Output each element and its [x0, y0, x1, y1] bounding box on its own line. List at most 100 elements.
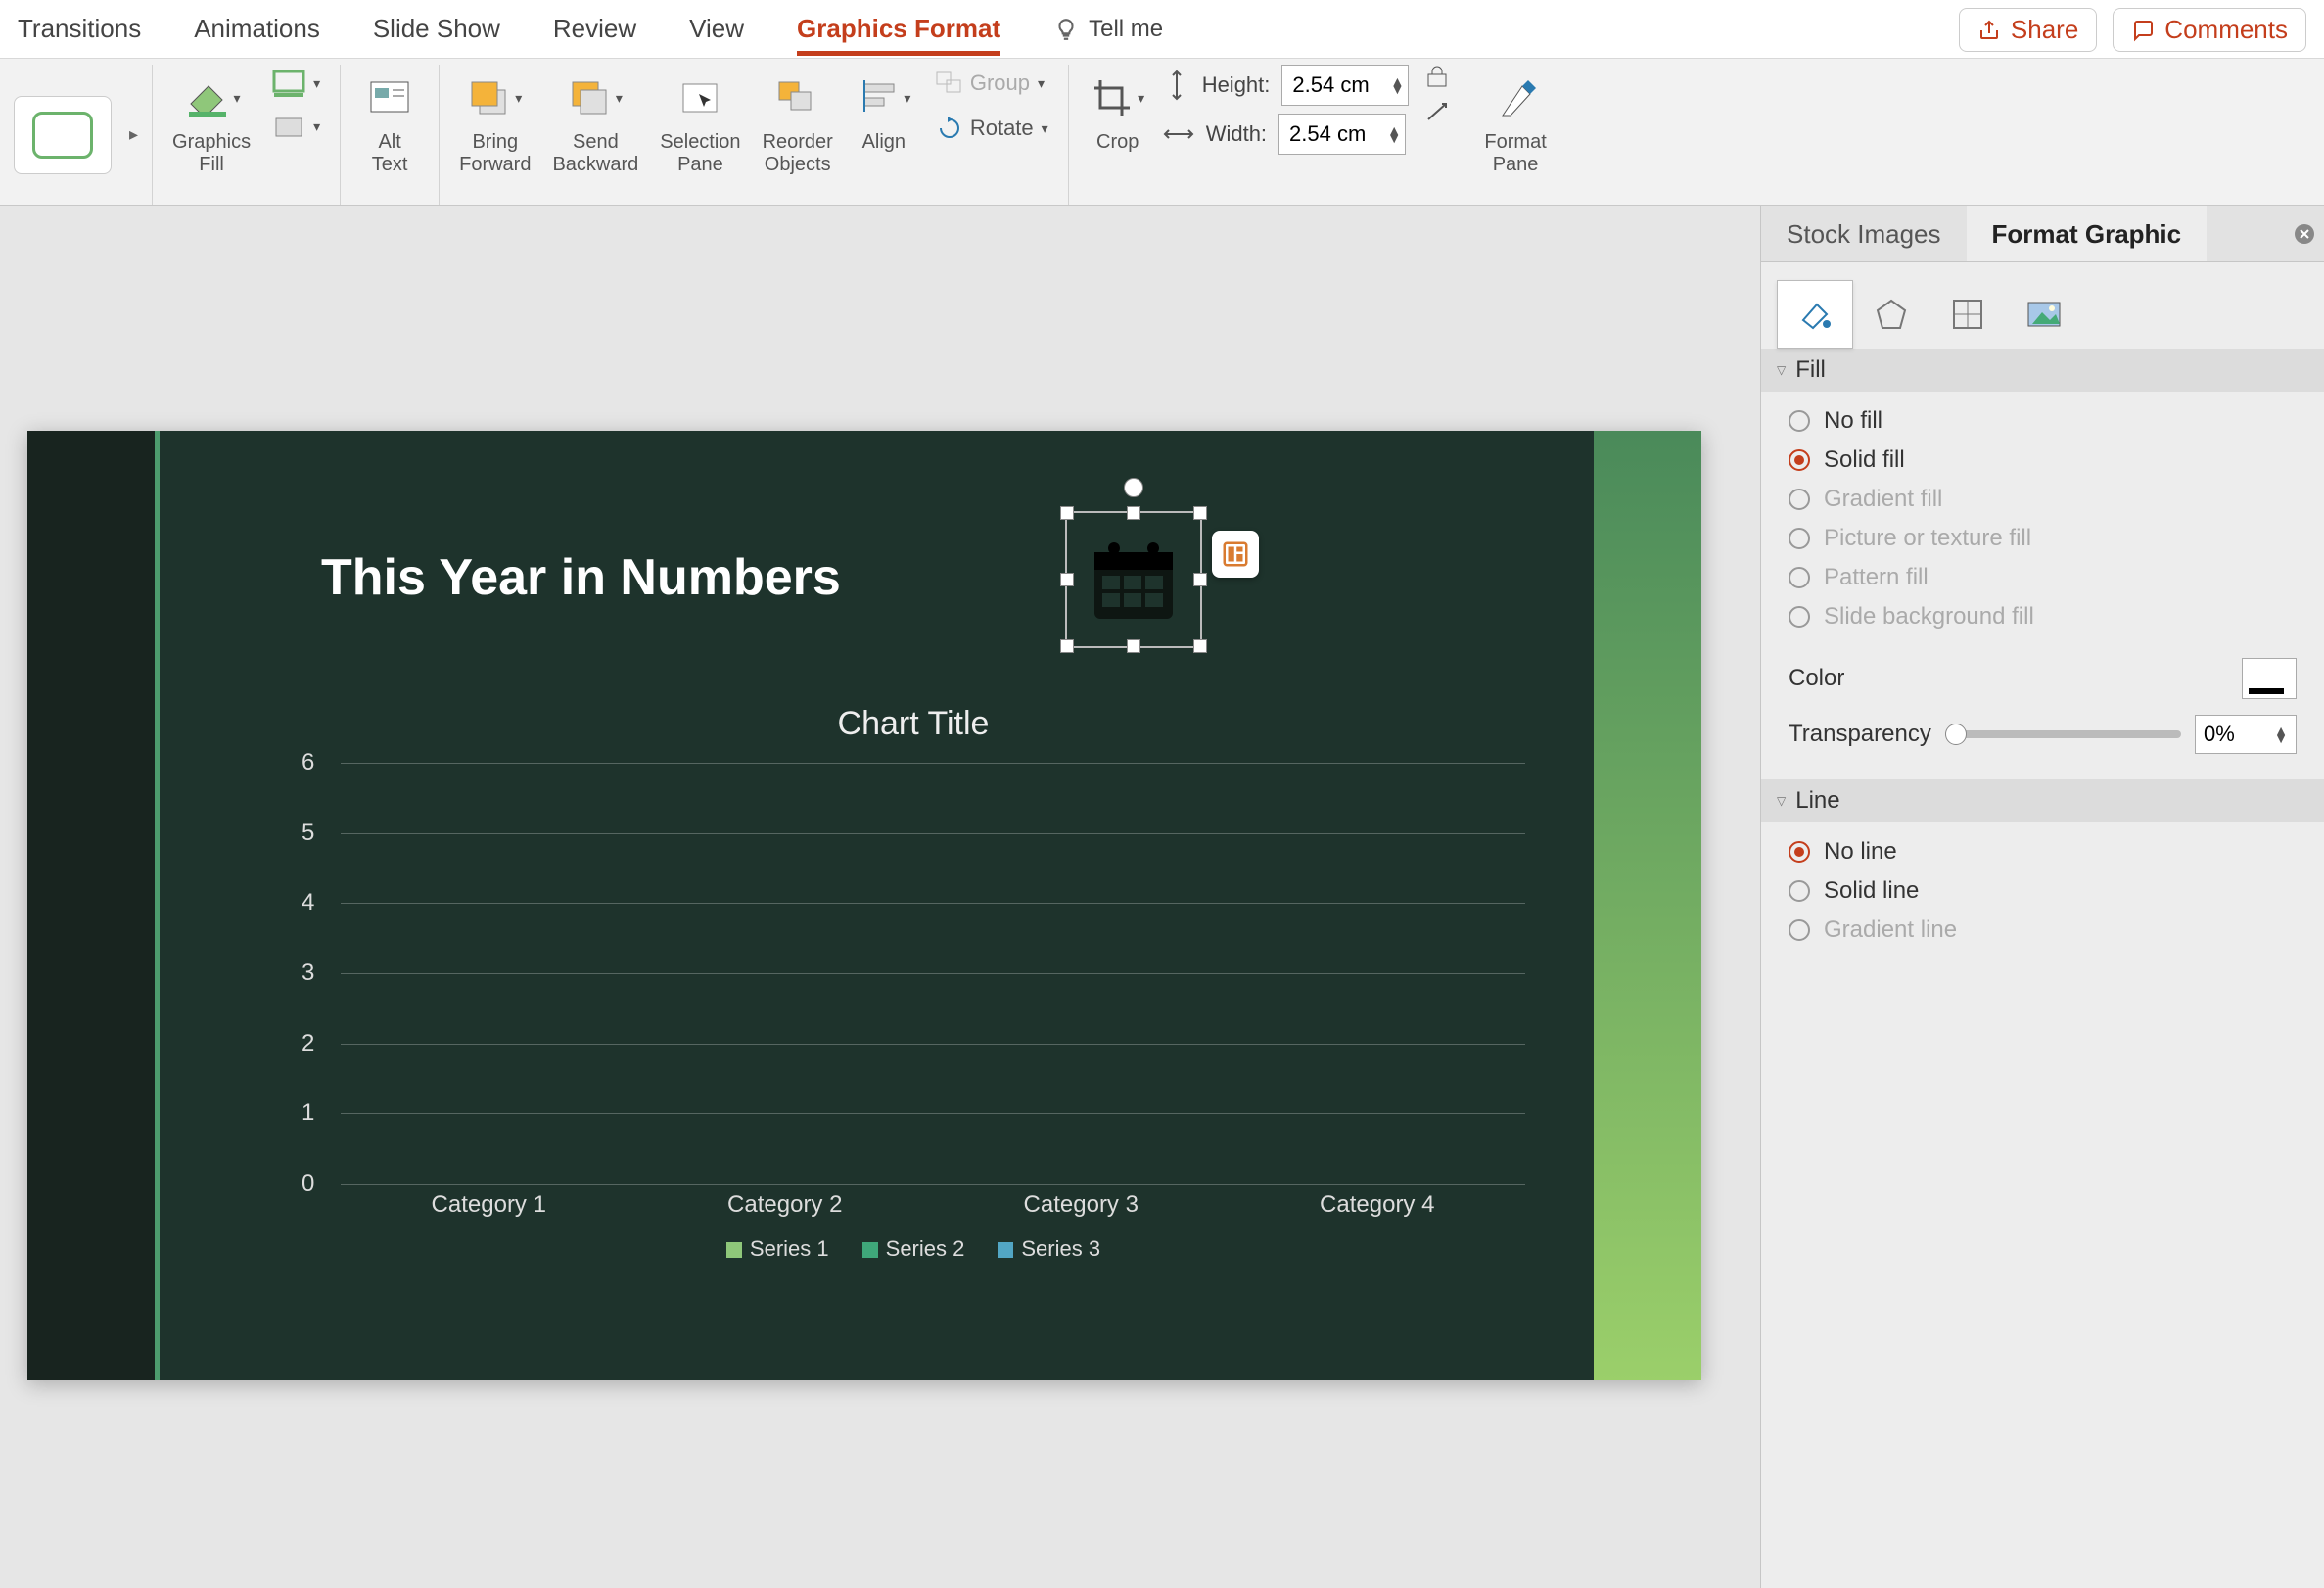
fill-option-solid[interactable]: Solid fill — [1789, 441, 2297, 480]
resize-handle-s[interactable] — [1127, 639, 1140, 653]
format-pane-button[interactable]: Format Pane — [1478, 65, 1552, 184]
fill-option-gradient[interactable]: Gradient fill — [1789, 480, 2297, 519]
calendar-icon — [1083, 529, 1185, 631]
alt-text-button[interactable]: Alt Text — [354, 65, 425, 184]
resize-handle-ne[interactable] — [1193, 506, 1207, 520]
reorder-objects-button[interactable]: Reorder Objects — [757, 65, 839, 184]
y-tick: 6 — [302, 749, 314, 776]
line-none-label: No line — [1824, 838, 1897, 865]
share-icon — [1977, 19, 2001, 42]
pane-tab-strip: Stock Images Format Graphic — [1761, 206, 2324, 262]
line-solid-label: Solid line — [1824, 877, 1919, 905]
pane-close-button[interactable] — [2285, 206, 2324, 261]
format-tab-picture[interactable] — [2006, 280, 2082, 349]
slide-accent-line — [155, 431, 160, 1380]
selection-pane-label: Selection Pane — [660, 131, 740, 180]
graphics-effects-button[interactable]: ▾ — [266, 108, 326, 145]
send-backward-icon — [569, 78, 614, 117]
x-label: Category 1 — [432, 1191, 546, 1219]
legend-series-3: Series 3 — [998, 1237, 1100, 1262]
picture-icon — [2024, 295, 2064, 334]
line-option-none[interactable]: No line — [1789, 832, 2297, 871]
pane-tab-format-graphic[interactable]: Format Graphic — [1967, 206, 2208, 261]
lock-aspect-icon[interactable] — [1424, 65, 1450, 90]
fill-header-label: Fill — [1795, 356, 1826, 384]
color-picker-button[interactable] — [2242, 658, 2297, 699]
tell-me[interactable]: Tell me — [1053, 16, 1163, 43]
comment-icon — [2131, 19, 2155, 42]
width-icon — [1163, 120, 1194, 148]
resize-handle-nw[interactable] — [1060, 506, 1074, 520]
resize-handle-se[interactable] — [1193, 639, 1207, 653]
fill-picture-label: Picture or texture fill — [1824, 525, 2031, 552]
rotate-button[interactable]: Rotate▾ — [929, 110, 1054, 147]
format-tab-effects[interactable] — [1853, 280, 1929, 349]
send-backward-button[interactable]: ▾ Send Backward — [546, 65, 644, 184]
alt-text-icon — [365, 78, 414, 117]
transparency-value: 0% — [2204, 722, 2235, 747]
graphics-outline-button[interactable]: ▾ — [266, 65, 326, 102]
resize-handle-n[interactable] — [1127, 506, 1140, 520]
ribbon-tabs: Transitions Animations Slide Show Review… — [0, 0, 2324, 59]
selection-pane-icon — [677, 78, 722, 117]
tab-view[interactable]: View — [689, 2, 744, 56]
y-tick: 0 — [302, 1170, 314, 1197]
fill-section-header[interactable]: ▽Fill — [1761, 349, 2324, 392]
slide-left-accent — [27, 431, 155, 1380]
tab-slide-show[interactable]: Slide Show — [373, 2, 500, 56]
format-pane: Stock Images Format Graphic ▽Fill No fil… — [1760, 206, 2324, 1588]
line-option-gradient[interactable]: Gradient line — [1789, 911, 2297, 950]
tab-graphics-format[interactable]: Graphics Format — [797, 2, 1000, 56]
rotate-icon — [935, 116, 964, 141]
graphics-style-gallery[interactable] — [14, 96, 112, 174]
line-option-solid[interactable]: Solid line — [1789, 871, 2297, 911]
selection-pane-button[interactable]: Selection Pane — [654, 65, 746, 184]
pane-tab-stock-images[interactable]: Stock Images — [1761, 206, 1967, 261]
graphics-fill-button[interactable]: ▾ Graphics Fill — [166, 65, 256, 184]
share-button[interactable]: Share — [1959, 8, 2097, 52]
format-tab-fill-line[interactable] — [1777, 280, 1853, 349]
reset-size-icon[interactable] — [1424, 100, 1450, 125]
comments-button[interactable]: Comments — [2113, 8, 2306, 52]
tab-animations[interactable]: Animations — [194, 2, 320, 56]
design-ideas-button[interactable] — [1212, 531, 1259, 578]
align-button[interactable]: ▾ Align — [849, 65, 919, 162]
align-label: Align — [862, 131, 906, 158]
chart[interactable]: Chart Title 0123456 Category 1Category 2… — [292, 705, 1535, 1283]
slide-canvas-area: This Year in Numbers Chart Title 0123456… — [0, 206, 1760, 1588]
resize-handle-sw[interactable] — [1060, 639, 1074, 653]
crop-button[interactable]: ▾ Crop — [1083, 65, 1153, 162]
transparency-input[interactable]: 0%▲▼ — [2195, 715, 2297, 754]
line-section-header[interactable]: ▽Line — [1761, 779, 2324, 822]
outline-icon — [272, 70, 305, 97]
fill-option-picture[interactable]: Picture or texture fill — [1789, 519, 2297, 558]
resize-handle-w[interactable] — [1060, 573, 1074, 586]
bring-forward-button[interactable]: ▾ Bring Forward — [453, 65, 536, 184]
fill-none-label: No fill — [1824, 407, 1882, 435]
line-gradient-label: Gradient line — [1824, 916, 1957, 944]
format-tab-size[interactable] — [1929, 280, 2006, 349]
width-input[interactable]: 2.54 cm▲▼ — [1278, 114, 1406, 155]
fill-option-none[interactable]: No fill — [1789, 401, 2297, 441]
resize-handle-e[interactable] — [1193, 573, 1207, 586]
transparency-slider[interactable] — [1945, 730, 2181, 738]
chart-title: Chart Title — [292, 705, 1535, 743]
tab-transitions[interactable]: Transitions — [18, 2, 141, 56]
tell-me-label: Tell me — [1089, 16, 1163, 43]
slide-title[interactable]: This Year in Numbers — [321, 548, 841, 607]
group-icon — [935, 70, 964, 96]
fill-option-slide-bg[interactable]: Slide background fill — [1789, 597, 2297, 636]
height-label: Height: — [1202, 72, 1271, 98]
selected-graphic[interactable] — [1065, 511, 1202, 648]
chart-plot-area: 0123456 — [341, 763, 1525, 1184]
fill-solid-label: Solid fill — [1824, 446, 1905, 474]
slide[interactable]: This Year in Numbers Chart Title 0123456… — [27, 431, 1701, 1380]
fill-option-pattern[interactable]: Pattern fill — [1789, 558, 2297, 597]
height-value: 2.54 cm — [1292, 72, 1369, 98]
gallery-more[interactable]: ▸ — [129, 124, 138, 145]
chart-legend: Series 1 Series 2 Series 3 — [292, 1237, 1535, 1262]
height-input[interactable]: 2.54 cm▲▼ — [1281, 65, 1409, 106]
group-button[interactable]: Group▾ — [929, 65, 1054, 102]
rotation-handle[interactable] — [1124, 478, 1143, 497]
tab-review[interactable]: Review — [553, 2, 636, 56]
